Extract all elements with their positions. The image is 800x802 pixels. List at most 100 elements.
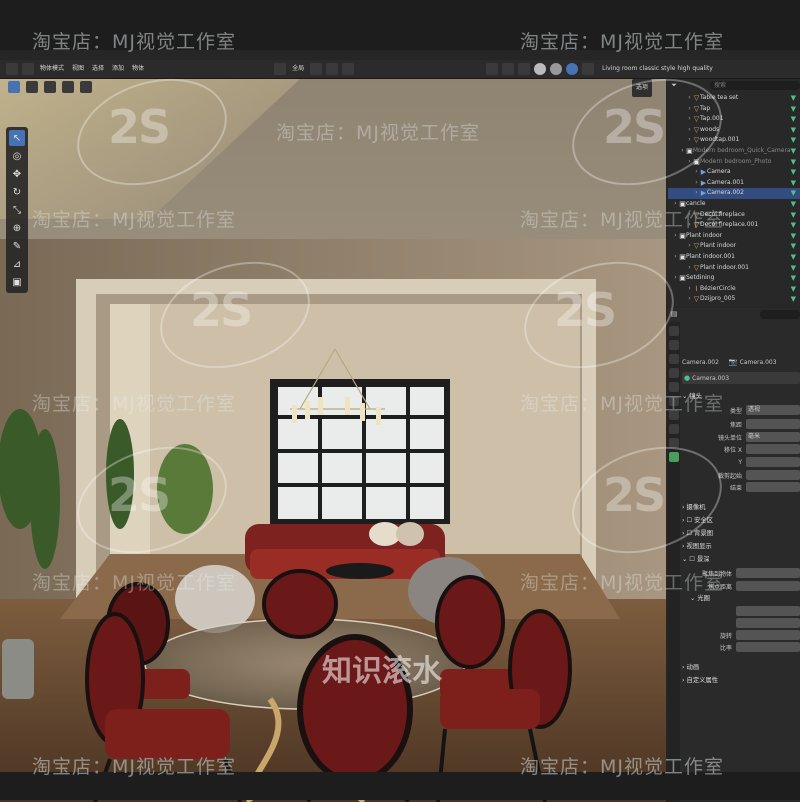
outliner-row[interactable]: › ▶ Camera.001 ▼	[668, 178, 800, 189]
expand-arrow-icon[interactable]: ›	[693, 188, 700, 199]
lens-unit-dropdown[interactable]: 毫米	[746, 432, 800, 442]
outliner-row[interactable]: › ▽ Decol fireplace.001 ▼	[668, 220, 800, 231]
modifier-icon[interactable]: ▼	[791, 104, 796, 115]
scene-tab-icon[interactable]	[669, 382, 679, 392]
section-custom-properties[interactable]: › 自定义属性	[682, 674, 800, 687]
outliner-row[interactable]: › ▣ cancle ▼	[668, 199, 800, 210]
filter-icon[interactable]: ⏷	[668, 81, 680, 90]
section-animation[interactable]: › 动画	[682, 661, 800, 674]
physics-tab-icon[interactable]	[669, 424, 679, 434]
outliner-row[interactable]: › ▽ Decol fireplace ▼	[668, 210, 800, 221]
modifier-icon[interactable]: ▼	[791, 241, 796, 252]
modifier-icon[interactable]: ▼	[791, 220, 796, 231]
expand-arrow-icon[interactable]: ›	[686, 220, 693, 231]
aperture-ratio-field[interactable]	[736, 642, 800, 652]
focal-length-field[interactable]	[746, 419, 800, 429]
outliner-row[interactable]: › ▶ Camera ▼	[668, 167, 800, 178]
section-background-images[interactable]: › ☐ 背景图	[682, 527, 800, 540]
outliner-row[interactable]: › ▣ Modern bedroom_Quick_Camera ▼	[668, 146, 800, 157]
shading-rendered-icon[interactable]	[566, 63, 579, 75]
expand-arrow-icon[interactable]: ›	[686, 263, 693, 274]
rotate-tool-icon[interactable]: ↻	[9, 184, 25, 200]
expand-arrow-icon[interactable]: ›	[686, 294, 693, 305]
modifier-icon[interactable]: ▼	[791, 199, 796, 210]
aperture-subsection[interactable]: ⌄ 光圈	[682, 592, 800, 605]
modifier-icon[interactable]: ▼	[791, 114, 796, 125]
modifier-icon[interactable]: ▼	[791, 93, 796, 104]
camera-data-selector[interactable]: Camera.003	[740, 359, 777, 366]
overlay-icon[interactable]	[502, 63, 515, 75]
modifier-icon[interactable]: ▼	[791, 210, 796, 221]
camera-data-tab-icon[interactable]	[669, 452, 679, 462]
clip-end-field[interactable]	[746, 482, 800, 492]
modifier-icon[interactable]: ▼	[791, 135, 796, 146]
modifier-icon[interactable]: ▼	[791, 188, 796, 199]
modifier-icon[interactable]: ▼	[791, 273, 796, 284]
section-viewport-display[interactable]: › 视图显示	[682, 540, 800, 553]
proportional-edit-icon[interactable]	[342, 63, 355, 75]
select-new-icon[interactable]	[8, 81, 20, 93]
outliner-row[interactable]: › ▽ woods ▼	[668, 125, 800, 136]
annotate-tool-icon[interactable]: ✎	[9, 238, 25, 254]
shift-x-field[interactable]	[746, 444, 800, 454]
expand-arrow-icon[interactable]: ›	[686, 157, 693, 168]
expand-arrow-icon[interactable]: ›	[686, 104, 693, 115]
select-subtract-icon[interactable]	[44, 81, 56, 93]
section-depth-of-field[interactable]: ⌄ ☐ 景深	[682, 553, 800, 566]
expand-arrow-icon[interactable]: ›	[686, 114, 693, 125]
outliner-row[interactable]: › ▽ Plant indoor ▼	[668, 241, 800, 252]
aperture-rotation-field[interactable]	[736, 630, 800, 640]
select-intersect-icon[interactable]	[80, 81, 92, 93]
cursor-tool-icon[interactable]: ◎	[9, 148, 25, 164]
render-tab-icon[interactable]	[669, 340, 679, 350]
modifier-icon[interactable]: ▼	[791, 167, 796, 178]
expand-arrow-icon[interactable]: ›	[693, 167, 700, 178]
lens-section-header[interactable]: ⌄ 镜头	[682, 390, 800, 403]
transform-orientation-dropdown[interactable]: 全局	[288, 60, 308, 78]
select-invert-icon[interactable]	[62, 81, 74, 93]
editor-type-button[interactable]	[6, 63, 18, 75]
pause-icon[interactable]	[582, 63, 595, 75]
properties-search[interactable]	[760, 309, 800, 319]
transform-orientation-icon[interactable]	[274, 63, 287, 75]
expand-arrow-icon[interactable]: ›	[693, 178, 700, 189]
outliner-row[interactable]: › ▣ Modern bedroom_Photo ▼	[668, 157, 800, 168]
snap-icon[interactable]	[326, 63, 339, 75]
expand-arrow-icon[interactable]: ›	[672, 199, 679, 210]
move-tool-icon[interactable]: ✥	[9, 166, 25, 182]
properties-editor-icon[interactable]: ▤	[668, 310, 680, 318]
outliner-row[interactable]: › ▶ Camera.002 ▼	[668, 188, 800, 199]
measure-tool-icon[interactable]: ⊿	[9, 256, 25, 272]
camera-data-name-field[interactable]: Camera.003	[692, 375, 729, 382]
visibility-icon[interactable]	[486, 63, 499, 75]
search-field[interactable]: 搜索	[710, 80, 800, 90]
expand-arrow-icon[interactable]: ›	[686, 241, 693, 252]
select-tool-icon[interactable]: ↖	[9, 130, 25, 146]
pivot-icon[interactable]	[310, 63, 323, 75]
view-layer-tab-icon[interactable]	[669, 368, 679, 378]
menu-select[interactable]: 选择	[88, 60, 108, 78]
camera-type-dropdown[interactable]: 透视	[746, 405, 800, 415]
focus-distance-field[interactable]	[736, 581, 800, 591]
menu-add[interactable]: 添加	[108, 60, 128, 78]
aperture-fstop-field[interactable]	[736, 606, 800, 616]
outliner-row[interactable]: › ▽ Tap ▼	[668, 104, 800, 115]
expand-arrow-icon[interactable]: ›	[679, 146, 686, 157]
section-safe-areas[interactable]: › ☐ 安全区	[682, 514, 800, 527]
aperture-blades-field[interactable]	[736, 618, 800, 628]
modifier-icon[interactable]: ▼	[791, 231, 796, 242]
menu-object[interactable]: 物体	[128, 60, 148, 78]
outliner-row[interactable]: › ▽ Tap.001 ▼	[668, 114, 800, 125]
outliner-row[interactable]: › ⌇ BézierCircle ▼	[668, 284, 800, 295]
options-dropdown[interactable]: 选项	[632, 79, 653, 97]
xray-icon[interactable]	[518, 63, 531, 75]
outliner-row[interactable]: › ▽ woodtap.001 ▼	[668, 135, 800, 146]
modifier-icon[interactable]: ▼	[791, 294, 796, 305]
expand-arrow-icon[interactable]: ›	[672, 252, 679, 263]
focus-object-field[interactable]	[736, 568, 800, 578]
modifier-icon[interactable]: ▼	[791, 263, 796, 274]
clip-start-field[interactable]	[746, 470, 800, 480]
modifier-icon[interactable]: ▼	[791, 125, 796, 136]
outliner-row[interactable]: › ▣ Setdining ▼	[668, 273, 800, 284]
expand-arrow-icon[interactable]: ›	[686, 135, 693, 146]
